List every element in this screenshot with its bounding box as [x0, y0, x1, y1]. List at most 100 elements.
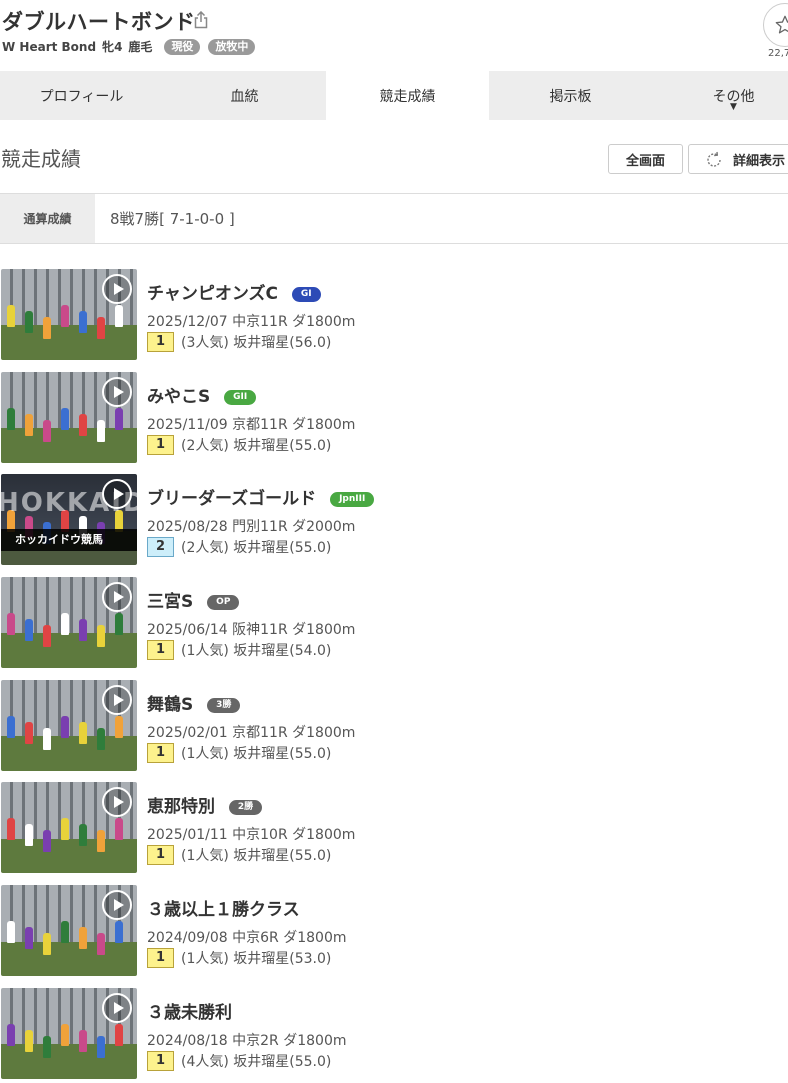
- summary-label: 通算成績: [0, 194, 95, 243]
- race-name: ブリーダーズゴールド: [147, 489, 317, 510]
- detail-view-label: 詳細表示: [733, 153, 786, 169]
- thumbnail-figure: [25, 311, 33, 333]
- thumbnail-figure: [97, 317, 105, 339]
- race-video-thumbnail[interactable]: [1, 269, 137, 360]
- summary-value: 8戦7勝[ 7-1-0-0 ]: [110, 210, 235, 228]
- finish-position-badge: 1: [147, 742, 174, 763]
- thumbnail-figure: [61, 1023, 69, 1046]
- tab-bbs[interactable]: 掲示板: [489, 71, 652, 120]
- race-video-thumbnail[interactable]: [1, 987, 137, 1079]
- grade-badge: OP: [207, 595, 240, 611]
- thumbnail-figure: [25, 927, 33, 950]
- race-result: 1 (1人気) 坂井瑠星(55.0): [147, 742, 332, 763]
- race-result: 1 (1人気) 坂井瑠星(55.0): [147, 845, 332, 866]
- popularity-jockey-weight: (1人気) 坂井瑠星(53.0): [181, 951, 332, 968]
- race-name-line[interactable]: ３歳未勝利: [147, 998, 232, 1023]
- popularity-jockey-weight: (2人気) 坂井瑠星(55.0): [181, 540, 332, 557]
- thumbnail-figure: [7, 613, 15, 636]
- thumbnail-figure: [97, 830, 105, 853]
- race-row[interactable]: 舞鶴S 3勝 2025/02/01 京都11R ダ1800m 1 (1人気) 坂…: [0, 679, 788, 782]
- thumbnail-figure: [79, 927, 87, 950]
- finish-position-badge: 1: [147, 1050, 174, 1071]
- thumbnail-figure: [43, 1035, 51, 1058]
- section-title: 競走成績: [1, 147, 81, 171]
- race-row[interactable]: 恵那特別 2勝 2025/01/11 中京10R ダ1800m 1 (1人気) …: [0, 781, 788, 884]
- race-result: 1 (3人気) 坂井瑠星(56.0): [147, 332, 331, 352]
- thumbnail-figure: [61, 818, 69, 841]
- play-icon[interactable]: [102, 376, 132, 407]
- race-row[interactable]: ３歳以上１勝クラス 2024/09/08 中京6R ダ1800m 1 (1人気)…: [0, 884, 788, 987]
- race-video-thumbnail[interactable]: HOKKAIDO ホッカイドウ競馬: [1, 474, 137, 566]
- race-row[interactable]: みやこS GII 2025/11/09 京都11R ダ1800m 1 (2人気)…: [0, 371, 788, 474]
- race-name: 舞鶴S: [147, 694, 194, 715]
- detail-view-button[interactable]: 詳細表示: [688, 144, 788, 174]
- tab-pedigree[interactable]: 血統: [163, 71, 326, 120]
- race-row[interactable]: HOKKAIDO ホッカイドウ競馬 ブリーダーズゴールド JpnIII 2025…: [0, 473, 788, 576]
- race-result: 1 (4人気) 坂井瑠星(55.0): [147, 1050, 332, 1071]
- race-row[interactable]: チャンピオンズC GI 2025/12/07 中京11R ダ1800m 1 (3…: [0, 268, 788, 371]
- finish-position-badge: 1: [147, 332, 174, 352]
- thumbnail-figure: [7, 921, 15, 944]
- race-video-thumbnail[interactable]: [1, 679, 137, 771]
- play-icon[interactable]: [102, 582, 132, 613]
- race-name-line[interactable]: ３歳以上１勝クラス: [147, 895, 300, 920]
- race-name-line[interactable]: 舞鶴S 3勝: [147, 690, 241, 715]
- popularity-jockey-weight: (1人気) 坂井瑠星(55.0): [181, 745, 332, 762]
- horse-subinfo: W Heart Bond 牝4 鹿毛 現役 放牧中: [2, 38, 256, 55]
- race-name-line[interactable]: ブリーダーズゴールド JpnIII: [147, 484, 375, 510]
- race-name-line[interactable]: 三宮S OP: [147, 587, 240, 613]
- thumbnail-figure: [61, 921, 69, 944]
- thumbnail-figure: [7, 1023, 15, 1046]
- thumbnail-figure: [43, 830, 51, 853]
- race-date-venue: 2025/11/09 京都11R ダ1800m: [147, 416, 356, 433]
- race-video-thumbnail[interactable]: [1, 371, 137, 463]
- race-video-thumbnail[interactable]: [1, 782, 137, 874]
- favorite-count: 22,7: [768, 48, 788, 59]
- tab-profile[interactable]: プロフィール: [0, 71, 163, 120]
- thumbnail-figure: [43, 317, 51, 339]
- race-date-venue: 2024/09/08 中京6R ダ1800m: [147, 930, 347, 947]
- thumbnail-figure: [7, 305, 15, 327]
- thumbnail-figure: [25, 824, 33, 847]
- race-name-line[interactable]: みやこS GII: [147, 382, 257, 407]
- thumbnail-figure: [79, 1029, 87, 1052]
- finish-position-badge: 1: [147, 640, 174, 661]
- race-name-line[interactable]: チャンピオンズC GI: [147, 279, 321, 304]
- fullscreen-button[interactable]: 全画面: [608, 144, 683, 174]
- play-icon[interactable]: [102, 274, 132, 304]
- thumbnail-figure: [115, 613, 123, 636]
- thumbnail-figure: [43, 419, 51, 442]
- play-icon[interactable]: [102, 890, 132, 921]
- play-icon[interactable]: [102, 992, 132, 1023]
- favorite-button[interactable]: [763, 3, 788, 47]
- thumbnail-track: [1, 428, 137, 463]
- popularity-jockey-weight: (4人気) 坂井瑠星(55.0): [181, 1053, 332, 1070]
- thumbnail-figure: [115, 1023, 123, 1046]
- thumbnail-figure: [25, 1029, 33, 1052]
- star-icon: [775, 15, 788, 34]
- thumbnail-figure: [61, 613, 69, 636]
- thumbnail-figure: [79, 721, 87, 744]
- popularity-jockey-weight: (1人気) 坂井瑠星(55.0): [181, 848, 332, 865]
- race-name-line[interactable]: 恵那特別 2勝: [147, 792, 263, 817]
- race-name: 三宮S: [147, 592, 194, 613]
- thumbnail-figure: [25, 413, 33, 436]
- thumbnail-figure: [115, 407, 123, 430]
- sex-age: 牝4: [102, 40, 123, 54]
- race-row[interactable]: ３歳未勝利 2024/08/18 中京2R ダ1800m 1 (4人気) 坂井瑠…: [0, 987, 788, 1083]
- share-icon[interactable]: [193, 11, 209, 29]
- thumbnail-figure: [97, 933, 105, 956]
- race-video-thumbnail[interactable]: [1, 885, 137, 977]
- tab-other[interactable]: その他 ▼: [652, 71, 788, 120]
- grade-badge: 3勝: [207, 697, 241, 713]
- thumbnail-figure: [97, 625, 105, 648]
- race-row[interactable]: 三宮S OP 2025/06/14 阪神11R ダ1800m 1 (1人気) 坂…: [0, 576, 788, 679]
- race-name: ３歳以上１勝クラス: [147, 900, 300, 921]
- race-date-venue: 2025/06/14 阪神11R ダ1800m: [147, 622, 356, 639]
- thumbnail-figure: [61, 305, 69, 327]
- race-date-venue: 2025/01/11 中京10R ダ1800m: [147, 827, 356, 844]
- thumbnail-figure: [97, 1035, 105, 1058]
- tab-race-results[interactable]: 競走成績: [326, 71, 489, 120]
- race-video-thumbnail[interactable]: [1, 577, 137, 669]
- play-icon[interactable]: [102, 684, 132, 715]
